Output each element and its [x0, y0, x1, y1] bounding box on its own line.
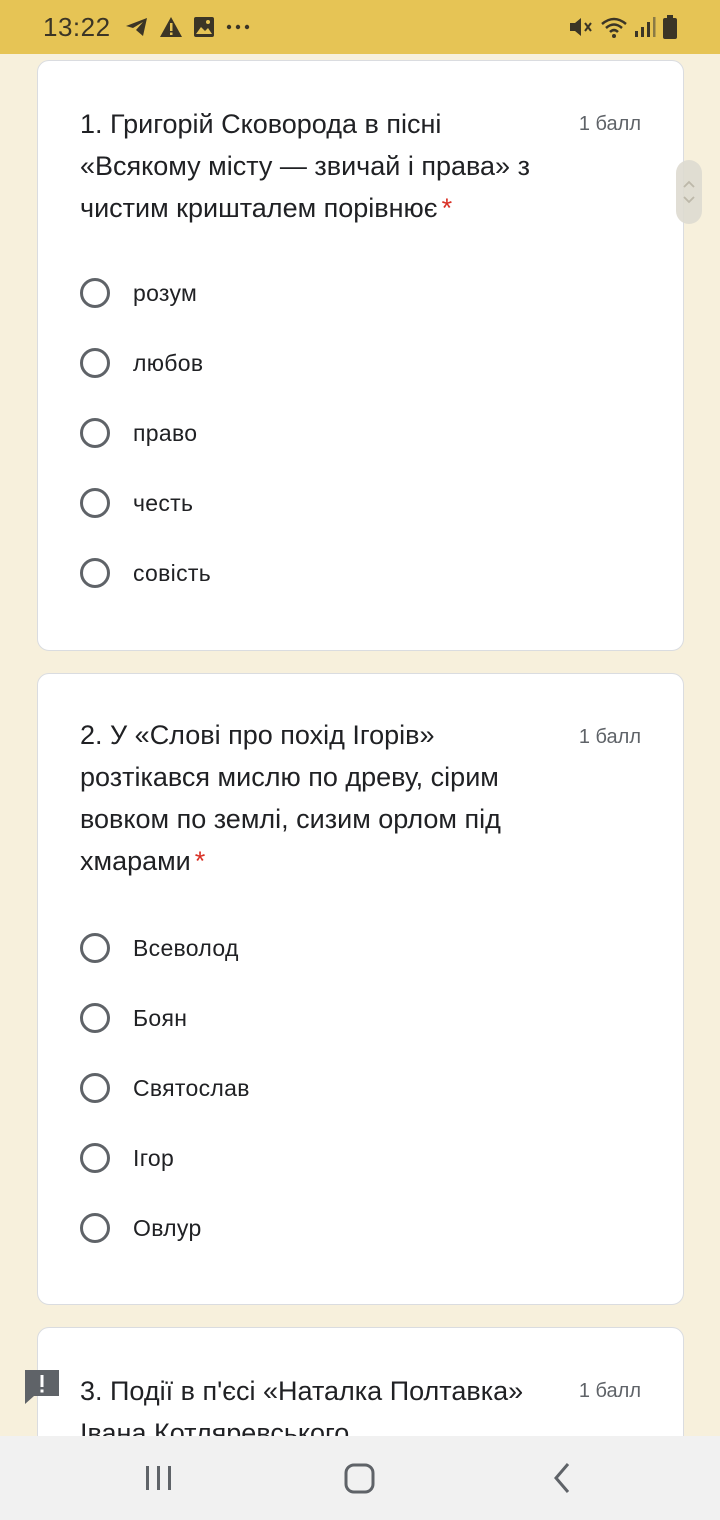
radio-button[interactable]: [80, 488, 110, 518]
home-icon[interactable]: [342, 1458, 378, 1503]
status-time: 13:22: [43, 11, 111, 42]
battery-icon: [662, 14, 678, 40]
question-title: 2. У «Слові про похід Ігорів» розтікався…: [80, 720, 501, 876]
option-label: Ігор: [133, 1144, 175, 1171]
question-points: 1 балл: [578, 1380, 641, 1402]
feedback-button[interactable]: [22, 1368, 62, 1411]
radio-button[interactable]: [80, 1073, 110, 1103]
required-asterisk: *: [441, 193, 453, 223]
feedback-icon: [25, 1370, 59, 1404]
radio-button[interactable]: [80, 933, 110, 963]
radio-option[interactable]: право: [80, 413, 197, 453]
radio-button[interactable]: [80, 1213, 110, 1243]
option-label: любов: [133, 349, 204, 376]
option-label: розум: [133, 279, 198, 306]
option-label: Святослав: [133, 1074, 250, 1101]
warning-icon: [159, 16, 183, 38]
signal-icon: [634, 15, 656, 39]
wifi-icon: [600, 15, 628, 39]
radio-option[interactable]: Всеволод: [80, 928, 239, 968]
question-card-1: 1. Григорій Сковорода в пісні «Всякому м…: [37, 60, 684, 651]
question-points: 1 балл: [578, 113, 641, 135]
radio-option[interactable]: любов: [80, 343, 203, 383]
option-label: совість: [133, 559, 211, 586]
radio-option[interactable]: Ігор: [80, 1138, 174, 1178]
radio-option[interactable]: честь: [80, 483, 193, 523]
radio-button[interactable]: [80, 348, 110, 378]
radio-option[interactable]: Святослав: [80, 1068, 250, 1108]
radio-button[interactable]: [80, 1003, 110, 1033]
option-label: Боян: [133, 1004, 188, 1031]
question-title: 3. Події в п'єсі «Наталка Полтавка» Іван…: [80, 1376, 524, 1436]
radio-button[interactable]: [80, 558, 110, 588]
back-icon[interactable]: [548, 1458, 576, 1503]
radio-button[interactable]: [80, 278, 110, 308]
form-content: 1. Григорій Сковорода в пісні «Всякому м…: [0, 54, 720, 1436]
radio-option[interactable]: Овлур: [80, 1208, 202, 1248]
chevron-up-icon: [683, 180, 695, 188]
scroll-handle[interactable]: [676, 160, 702, 224]
option-label: честь: [133, 489, 194, 516]
option-label: право: [133, 419, 198, 446]
navigation-bar: [0, 1436, 720, 1520]
radio-option[interactable]: розум: [80, 273, 197, 313]
status-bar: 13:22: [0, 0, 720, 54]
more-icon: [225, 16, 251, 38]
question-card-3: 3. Події в п'єсі «Наталка Полтавка» Іван…: [37, 1327, 684, 1436]
mute-icon: [568, 15, 594, 39]
question-card-2: 2. У «Слові про похід Ігорів» розтікався…: [37, 673, 684, 1305]
radio-option[interactable]: Боян: [80, 998, 187, 1038]
option-label: Всеволод: [133, 934, 239, 961]
radio-button[interactable]: [80, 1143, 110, 1173]
chevron-down-icon: [683, 196, 695, 204]
question-title: 1. Григорій Сковорода в пісні «Всякому м…: [80, 109, 530, 223]
recent-apps-icon[interactable]: [144, 1458, 174, 1503]
telegram-icon: [125, 16, 149, 38]
radio-option[interactable]: совість: [80, 553, 211, 593]
image-icon: [193, 16, 215, 38]
required-asterisk: *: [194, 846, 206, 876]
question-points: 1 балл: [578, 726, 641, 748]
option-label: Овлур: [133, 1214, 202, 1241]
radio-button[interactable]: [80, 418, 110, 448]
